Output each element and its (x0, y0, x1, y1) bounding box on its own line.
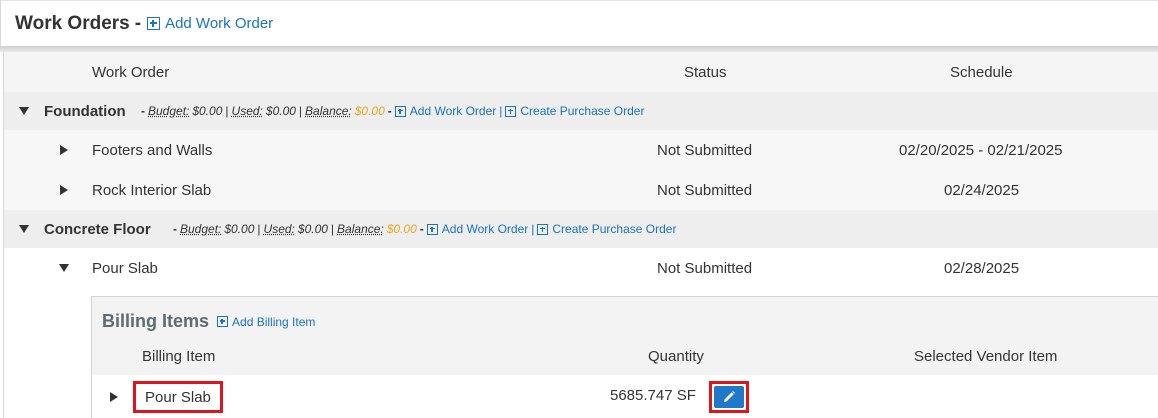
budget-value: $0.00 (224, 222, 254, 236)
add-work-order-link[interactable]: Add Work Order (147, 15, 273, 32)
used-value: $0.00 (266, 104, 296, 118)
plus-square-icon (395, 106, 406, 117)
work-order-name: Rock Interior Slab (92, 182, 211, 199)
group-dash: - (388, 104, 392, 118)
group-name: Concrete Floor (44, 221, 151, 238)
caret-down-icon[interactable] (19, 225, 29, 233)
billing-table-header: Billing Item Quantity Selected Vendor It… (92, 339, 1158, 375)
column-header-selected-vendor-item: Selected Vendor Item (914, 348, 1057, 365)
caret-down-icon[interactable] (59, 264, 69, 272)
separator: | (225, 104, 228, 118)
separator: | (299, 104, 302, 118)
used-label: Used: (264, 222, 295, 236)
separator: | (257, 222, 260, 236)
group-budget-summary: - Budget: $0.00 | Used: $0.00 | Balance:… (141, 104, 644, 118)
column-header-schedule: Schedule (950, 64, 1013, 81)
column-header-billing-item: Billing Item (142, 348, 215, 365)
page-header: Work Orders - Add Work Order (0, 0, 1158, 46)
edit-button-highlight (709, 381, 749, 413)
plus-square-icon (505, 106, 516, 117)
group-add-work-order-link[interactable]: Add Work Order (395, 104, 496, 118)
page-title: Work Orders (15, 13, 130, 35)
plus-square-icon (537, 224, 548, 235)
group-add-work-order-link[interactable]: Add Work Order (427, 222, 528, 236)
create-purchase-order-link[interactable]: Create Purchase Order (505, 104, 644, 118)
separator: | (531, 222, 534, 236)
work-order-name: Footers and Walls (92, 142, 212, 159)
table-header: Work Order Status Schedule (4, 52, 1158, 92)
work-order-row[interactable]: Footers and Walls Not Submitted 02/20/20… (4, 130, 1158, 170)
work-order-schedule: 02/28/2025 (944, 260, 1019, 277)
work-order-status: Not Submitted (657, 260, 752, 277)
billing-items-title: Billing Items (102, 311, 209, 332)
work-order-row[interactable]: Pour Slab Not Submitted 02/28/2025 (4, 248, 1158, 288)
billing-item-quantity: 5685.747 SF (610, 387, 696, 404)
edit-quantity-button[interactable] (714, 386, 744, 408)
caret-down-icon[interactable] (19, 107, 29, 115)
plus-square-icon (147, 17, 160, 30)
title-dash: - (135, 13, 141, 35)
separator: | (331, 222, 334, 236)
column-header-status: Status (684, 64, 727, 81)
create-purchase-order-link[interactable]: Create Purchase Order (537, 222, 676, 236)
caret-right-icon[interactable] (60, 145, 68, 155)
separator: | (499, 104, 502, 118)
group-dash: - (173, 222, 177, 236)
group-dash: - (141, 104, 145, 118)
caret-right-icon[interactable] (60, 185, 68, 195)
balance-value: $0.00 (387, 222, 417, 236)
used-value: $0.00 (298, 222, 328, 236)
work-order-row[interactable]: Rock Interior Slab Not Submitted 02/24/2… (4, 170, 1158, 210)
work-order-name: Pour Slab (92, 260, 158, 277)
balance-label: Balance: (337, 222, 384, 236)
group-row-concrete-floor: Concrete Floor - Budget: $0.00 | Used: $… (4, 210, 1158, 248)
balance-value: $0.00 (355, 104, 385, 118)
billing-item-name: Pour Slab (133, 381, 223, 413)
create-purchase-order-label: Create Purchase Order (520, 104, 644, 118)
billing-item-row[interactable]: Pour Slab 5685.747 SF (92, 375, 1158, 418)
used-label: Used: (232, 104, 263, 118)
group-dash: - (420, 222, 424, 236)
work-order-schedule: 02/24/2025 (944, 182, 1019, 199)
billing-items-panel: Billing Items Add Billing Item Billing I… (91, 296, 1158, 418)
balance-label: Balance: (305, 104, 352, 118)
column-header-work-order: Work Order (92, 64, 169, 81)
caret-right-icon[interactable] (110, 392, 118, 402)
work-order-status: Not Submitted (657, 182, 752, 199)
work-orders-table: Work Order Status Schedule Foundation - … (3, 52, 1158, 418)
add-billing-item-link[interactable]: Add Billing Item (217, 315, 315, 329)
plus-square-icon (427, 224, 438, 235)
plus-square-icon (217, 316, 228, 327)
budget-value: $0.00 (192, 104, 222, 118)
work-order-schedule: 02/20/2025 - 02/21/2025 (899, 142, 1062, 159)
group-add-work-order-label: Add Work Order (410, 104, 496, 118)
group-add-work-order-label: Add Work Order (442, 222, 528, 236)
billing-items-header: Billing Items Add Billing Item (102, 311, 315, 332)
group-budget-summary: - Budget: $0.00 | Used: $0.00 | Balance:… (173, 222, 676, 236)
column-header-quantity: Quantity (648, 348, 704, 365)
pencil-icon (722, 390, 736, 404)
budget-label: Budget: (180, 222, 221, 236)
create-purchase-order-label: Create Purchase Order (552, 222, 676, 236)
group-row-foundation: Foundation - Budget: $0.00 | Used: $0.00… (4, 92, 1158, 130)
add-billing-item-label: Add Billing Item (232, 315, 315, 329)
work-order-status: Not Submitted (657, 142, 752, 159)
budget-label: Budget: (148, 104, 189, 118)
add-work-order-label: Add Work Order (165, 15, 273, 32)
group-name: Foundation (44, 103, 126, 120)
